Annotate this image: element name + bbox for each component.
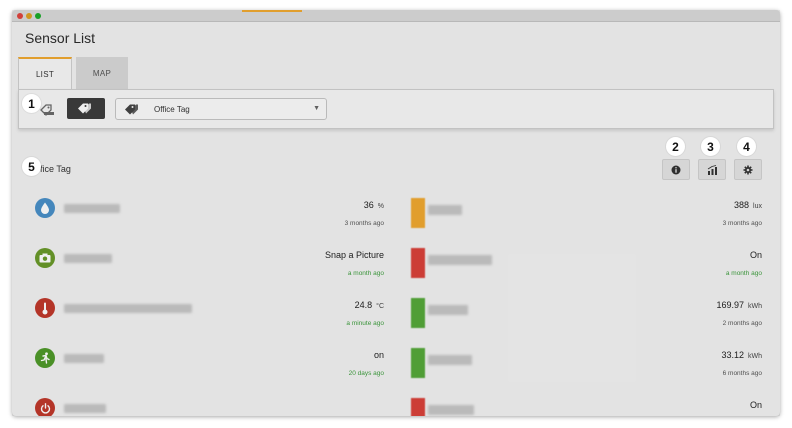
sensor-row[interactable]: 169.97 kWh 2 months ago: [18, 289, 774, 339]
tag-icon: [124, 103, 142, 121]
sensor-name-redacted: [428, 305, 468, 315]
callout-badge-3: 3: [701, 137, 720, 156]
sensor-value: 388 lux: [734, 200, 762, 210]
app-window: Sensor List LIST MAP Office Tag ▼ fice T…: [12, 10, 780, 416]
sensor-timestamp: 6 months ago: [722, 370, 762, 377]
tag-filter-icon[interactable]: [39, 103, 57, 117]
title-bar: [12, 10, 780, 22]
sensor-color-swatch: [411, 398, 425, 416]
tag-filter-button[interactable]: [67, 98, 105, 119]
filter-bar: Office Tag ▼: [18, 89, 774, 129]
tag-select-dropdown[interactable]: Office Tag ▼: [115, 98, 327, 120]
callout-badge-2: 2: [666, 137, 685, 156]
chart-button[interactable]: [698, 159, 726, 180]
settings-button[interactable]: [734, 159, 762, 180]
gear-icon: [743, 165, 753, 174]
info-icon: [671, 165, 681, 174]
sensor-value: On: [749, 250, 762, 260]
page-title: Sensor List: [25, 30, 96, 46]
sensor-name-redacted: [428, 355, 472, 365]
sensor-color-swatch: [411, 298, 425, 328]
sensor-value: 169.97 kWh: [716, 300, 762, 310]
sensor-row[interactable]: On a month ago: [18, 239, 774, 289]
callout-badge-4: 4: [737, 137, 756, 156]
close-window-button[interactable]: [17, 13, 23, 19]
maximize-window-button[interactable]: [35, 13, 41, 19]
tab-list[interactable]: LIST: [18, 57, 72, 89]
chevron-down-icon: ▼: [313, 105, 320, 112]
sensor-name-redacted: [428, 255, 492, 265]
callout-badge-5: 5: [22, 157, 41, 176]
tags-icon: [78, 103, 91, 114]
sensor-row[interactable]: 33.12 kWh 6 months ago: [18, 339, 774, 389]
sensor-color-swatch: [411, 248, 425, 278]
section-title: fice Tag: [40, 164, 71, 174]
chart-icon: [707, 164, 717, 175]
sensor-name-redacted: [428, 405, 474, 415]
sensor-row[interactable]: On: [18, 389, 774, 416]
sensor-color-swatch: [411, 198, 425, 228]
sensor-list: 36% 3 months ago 388 lux 3 months ago Sna…: [18, 184, 774, 416]
minimize-window-button[interactable]: [26, 13, 32, 19]
sensor-timestamp: a month ago: [725, 270, 762, 277]
info-button[interactable]: [662, 159, 690, 180]
tab-map[interactable]: MAP: [76, 57, 128, 89]
sensor-timestamp: 2 months ago: [722, 320, 762, 327]
sensor-value: 33.12 kWh: [721, 350, 762, 360]
sensor-name-redacted: [428, 205, 462, 215]
loading-indicator: [242, 10, 302, 12]
sensor-color-swatch: [411, 348, 425, 378]
callout-badge-1: 1: [22, 94, 41, 113]
sensor-timestamp: 3 months ago: [722, 220, 762, 227]
selected-tag-label: Office Tag: [154, 105, 190, 114]
sensor-row[interactable]: 388 lux 3 months ago: [18, 189, 774, 239]
sensor-value: On: [749, 400, 762, 410]
